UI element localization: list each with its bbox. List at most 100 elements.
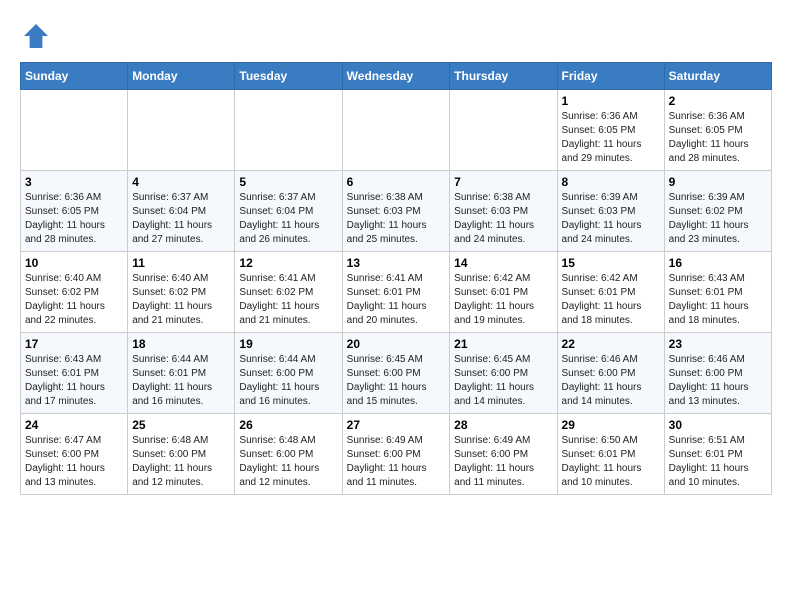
day-info: Sunrise: 6:40 AM Sunset: 6:02 PM Dayligh… xyxy=(132,272,230,328)
logo-icon xyxy=(20,20,52,52)
calendar-cell: 5 Sunrise: 6:37 AM Sunset: 6:04 PM Daylig… xyxy=(235,171,342,252)
calendar-cell: 20 Sunrise: 6:45 AM Sunset: 6:00 PM Dayli… xyxy=(342,333,450,414)
calendar-table: SundayMondayTuesdayWednesdayThursdayFrid… xyxy=(20,62,772,495)
day-info: Sunrise: 6:44 AM Sunset: 6:01 PM Dayligh… xyxy=(132,353,230,409)
logo xyxy=(20,20,56,52)
day-info: Sunrise: 6:47 AM Sunset: 6:00 PM Dayligh… xyxy=(25,434,123,490)
calendar-cell: 30Sunrise: 6:51 AM Sunset: 6:01 PM Dayli… xyxy=(664,414,771,495)
calendar-cell: 27 Sunrise: 6:49 AM Sunset: 6:00 PM Dayli… xyxy=(342,414,450,495)
day-number: 23 xyxy=(669,337,767,351)
weekday-header: Wednesday xyxy=(342,63,450,90)
day-info: Sunrise: 6:49 AM Sunset: 6:00 PM Dayligh… xyxy=(454,434,552,490)
day-number: 17 xyxy=(25,337,123,351)
calendar-cell: 6 Sunrise: 6:38 AM Sunset: 6:03 PM Daylig… xyxy=(342,171,450,252)
day-info: Sunrise: 6:39 AM Sunset: 6:03 PM Dayligh… xyxy=(562,191,660,247)
day-info: Sunrise: 6:37 AM Sunset: 6:04 PM Dayligh… xyxy=(239,191,337,247)
day-info: Sunrise: 6:41 AM Sunset: 6:01 PM Dayligh… xyxy=(347,272,446,328)
calendar-week-row: 24Sunrise: 6:47 AM Sunset: 6:00 PM Dayli… xyxy=(21,414,772,495)
day-number: 14 xyxy=(454,256,552,270)
day-info: Sunrise: 6:42 AM Sunset: 6:01 PM Dayligh… xyxy=(562,272,660,328)
calendar-cell: 2 Sunrise: 6:36 AM Sunset: 6:05 PM Daylig… xyxy=(664,90,771,171)
day-info: Sunrise: 6:43 AM Sunset: 6:01 PM Dayligh… xyxy=(669,272,767,328)
day-number: 15 xyxy=(562,256,660,270)
day-info: Sunrise: 6:36 AM Sunset: 6:05 PM Dayligh… xyxy=(562,110,660,166)
day-info: Sunrise: 6:43 AM Sunset: 6:01 PM Dayligh… xyxy=(25,353,123,409)
calendar-week-row: 3Sunrise: 6:36 AM Sunset: 6:05 PM Daylig… xyxy=(21,171,772,252)
calendar-cell xyxy=(450,90,557,171)
day-number: 12 xyxy=(239,256,337,270)
calendar-cell: 21 Sunrise: 6:45 AM Sunset: 6:00 PM Dayli… xyxy=(450,333,557,414)
calendar-cell: 24Sunrise: 6:47 AM Sunset: 6:00 PM Dayli… xyxy=(21,414,128,495)
weekday-header: Saturday xyxy=(664,63,771,90)
day-info: Sunrise: 6:38 AM Sunset: 6:03 PM Dayligh… xyxy=(454,191,552,247)
day-number: 28 xyxy=(454,418,552,432)
weekday-header: Monday xyxy=(128,63,235,90)
calendar-cell xyxy=(128,90,235,171)
day-number: 13 xyxy=(347,256,446,270)
day-number: 10 xyxy=(25,256,123,270)
calendar-cell: 10 Sunrise: 6:40 AM Sunset: 6:02 PM Dayli… xyxy=(21,252,128,333)
day-number: 27 xyxy=(347,418,446,432)
day-number: 20 xyxy=(347,337,446,351)
day-number: 25 xyxy=(132,418,230,432)
calendar-cell: 9Sunrise: 6:39 AM Sunset: 6:02 PM Daylig… xyxy=(664,171,771,252)
day-number: 1 xyxy=(562,94,660,108)
day-number: 2 xyxy=(669,94,767,108)
day-info: Sunrise: 6:44 AM Sunset: 6:00 PM Dayligh… xyxy=(239,353,337,409)
calendar-week-row: 17 Sunrise: 6:43 AM Sunset: 6:01 PM Dayli… xyxy=(21,333,772,414)
day-info: Sunrise: 6:37 AM Sunset: 6:04 PM Dayligh… xyxy=(132,191,230,247)
calendar-cell: 7 Sunrise: 6:38 AM Sunset: 6:03 PM Daylig… xyxy=(450,171,557,252)
weekday-header: Sunday xyxy=(21,63,128,90)
calendar-cell: 19 Sunrise: 6:44 AM Sunset: 6:00 PM Dayli… xyxy=(235,333,342,414)
calendar-cell: 28 Sunrise: 6:49 AM Sunset: 6:00 PM Dayli… xyxy=(450,414,557,495)
day-number: 7 xyxy=(454,175,552,189)
day-info: Sunrise: 6:36 AM Sunset: 6:05 PM Dayligh… xyxy=(25,191,123,247)
calendar-cell: 1 Sunrise: 6:36 AM Sunset: 6:05 PM Daylig… xyxy=(557,90,664,171)
day-info: Sunrise: 6:46 AM Sunset: 6:00 PM Dayligh… xyxy=(562,353,660,409)
calendar-cell: 16Sunrise: 6:43 AM Sunset: 6:01 PM Dayli… xyxy=(664,252,771,333)
page-header xyxy=(20,20,772,52)
calendar-cell: 17 Sunrise: 6:43 AM Sunset: 6:01 PM Dayli… xyxy=(21,333,128,414)
day-number: 29 xyxy=(562,418,660,432)
day-info: Sunrise: 6:42 AM Sunset: 6:01 PM Dayligh… xyxy=(454,272,552,328)
day-number: 19 xyxy=(239,337,337,351)
day-info: Sunrise: 6:49 AM Sunset: 6:00 PM Dayligh… xyxy=(347,434,446,490)
calendar-cell: 3Sunrise: 6:36 AM Sunset: 6:05 PM Daylig… xyxy=(21,171,128,252)
weekday-header: Friday xyxy=(557,63,664,90)
calendar-cell: 22 Sunrise: 6:46 AM Sunset: 6:00 PM Dayli… xyxy=(557,333,664,414)
calendar-cell: 13 Sunrise: 6:41 AM Sunset: 6:01 PM Dayli… xyxy=(342,252,450,333)
calendar-week-row: 1 Sunrise: 6:36 AM Sunset: 6:05 PM Daylig… xyxy=(21,90,772,171)
day-number: 21 xyxy=(454,337,552,351)
day-info: Sunrise: 6:38 AM Sunset: 6:03 PM Dayligh… xyxy=(347,191,446,247)
day-number: 11 xyxy=(132,256,230,270)
calendar-cell: 18 Sunrise: 6:44 AM Sunset: 6:01 PM Dayli… xyxy=(128,333,235,414)
day-info: Sunrise: 6:45 AM Sunset: 6:00 PM Dayligh… xyxy=(347,353,446,409)
day-info: Sunrise: 6:48 AM Sunset: 6:00 PM Dayligh… xyxy=(239,434,337,490)
calendar-cell: 12 Sunrise: 6:41 AM Sunset: 6:02 PM Dayli… xyxy=(235,252,342,333)
day-number: 22 xyxy=(562,337,660,351)
calendar-cell: 25 Sunrise: 6:48 AM Sunset: 6:00 PM Dayli… xyxy=(128,414,235,495)
day-info: Sunrise: 6:50 AM Sunset: 6:01 PM Dayligh… xyxy=(562,434,660,490)
calendar-cell: 23Sunrise: 6:46 AM Sunset: 6:00 PM Dayli… xyxy=(664,333,771,414)
calendar-cell xyxy=(21,90,128,171)
calendar-cell xyxy=(342,90,450,171)
day-number: 5 xyxy=(239,175,337,189)
day-number: 30 xyxy=(669,418,767,432)
calendar-cell xyxy=(235,90,342,171)
calendar-header-row: SundayMondayTuesdayWednesdayThursdayFrid… xyxy=(21,63,772,90)
day-number: 18 xyxy=(132,337,230,351)
day-number: 6 xyxy=(347,175,446,189)
day-number: 8 xyxy=(562,175,660,189)
calendar-cell: 14 Sunrise: 6:42 AM Sunset: 6:01 PM Dayli… xyxy=(450,252,557,333)
day-info: Sunrise: 6:45 AM Sunset: 6:00 PM Dayligh… xyxy=(454,353,552,409)
calendar-cell: 26 Sunrise: 6:48 AM Sunset: 6:00 PM Dayli… xyxy=(235,414,342,495)
calendar-cell: 8 Sunrise: 6:39 AM Sunset: 6:03 PM Daylig… xyxy=(557,171,664,252)
day-info: Sunrise: 6:41 AM Sunset: 6:02 PM Dayligh… xyxy=(239,272,337,328)
day-info: Sunrise: 6:39 AM Sunset: 6:02 PM Dayligh… xyxy=(669,191,767,247)
day-info: Sunrise: 6:36 AM Sunset: 6:05 PM Dayligh… xyxy=(669,110,767,166)
day-info: Sunrise: 6:48 AM Sunset: 6:00 PM Dayligh… xyxy=(132,434,230,490)
calendar-cell: 29 Sunrise: 6:50 AM Sunset: 6:01 PM Dayli… xyxy=(557,414,664,495)
weekday-header: Thursday xyxy=(450,63,557,90)
day-info: Sunrise: 6:40 AM Sunset: 6:02 PM Dayligh… xyxy=(25,272,123,328)
day-number: 26 xyxy=(239,418,337,432)
